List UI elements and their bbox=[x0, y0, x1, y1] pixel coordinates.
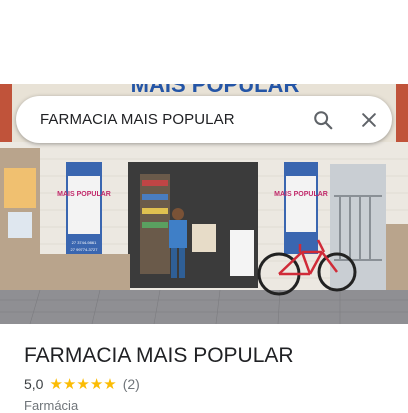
search-bar[interactable]: FARMACIA MAIS POPULAR bbox=[16, 96, 392, 143]
star-icon: ★ bbox=[103, 375, 117, 393]
rating-stars: ★ ★ ★ ★ ★ bbox=[49, 377, 116, 392]
search-icon bbox=[314, 110, 333, 129]
star-icon: ★ bbox=[89, 375, 104, 393]
poster-text-right: MAIS POPULAR bbox=[274, 191, 328, 198]
rating-row[interactable]: 5,0 ★ ★ ★ ★ ★ (2) bbox=[24, 376, 140, 392]
star-icon: ★ bbox=[76, 375, 90, 393]
poster-text-left: MAIS POPULAR bbox=[57, 191, 111, 198]
star-icon: ★ bbox=[49, 375, 63, 393]
close-button[interactable] bbox=[346, 97, 392, 143]
poster-line-2-left: 27 99774-3727 bbox=[71, 247, 99, 252]
review-count[interactable]: (2) bbox=[123, 376, 140, 392]
star-icon: ★ bbox=[62, 375, 77, 393]
place-title: FARMACIA MAIS POPULAR bbox=[24, 344, 294, 367]
rating-value: 5,0 bbox=[24, 376, 44, 392]
search-button[interactable] bbox=[300, 97, 346, 143]
search-input[interactable]: FARMACIA MAIS POPULAR bbox=[40, 111, 300, 128]
place-category[interactable]: Farmácia bbox=[24, 398, 78, 413]
close-icon bbox=[362, 112, 376, 127]
place-details: FARMACIA MAIS POPULAR 5,0 ★ ★ ★ ★ ★ (2) Farm… bbox=[0, 324, 408, 413]
map-header-blank bbox=[0, 0, 408, 84]
poster-line-1-left: 27 3744-9861 bbox=[72, 240, 97, 245]
